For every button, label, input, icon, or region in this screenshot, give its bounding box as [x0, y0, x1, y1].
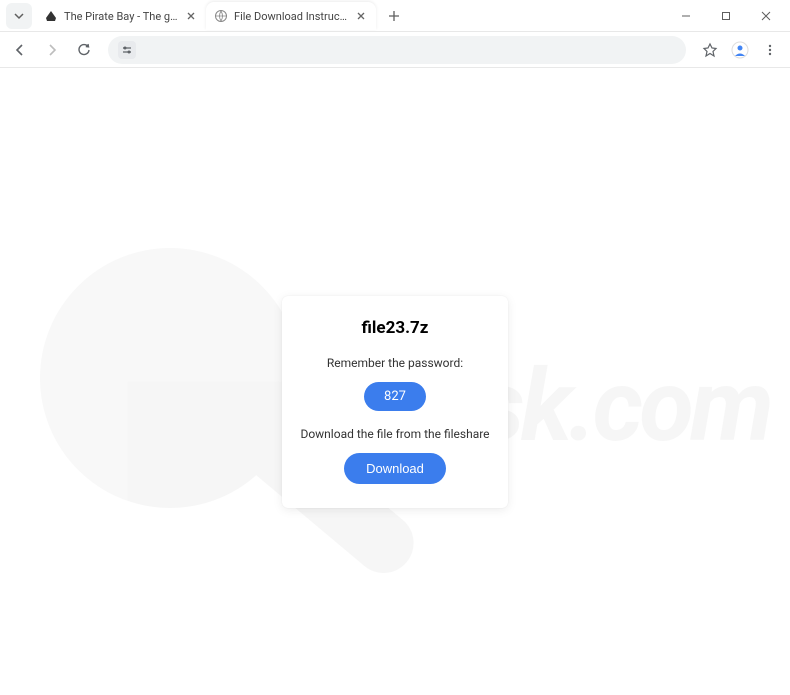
back-button[interactable]	[6, 36, 34, 64]
download-button[interactable]: Download	[344, 453, 446, 484]
close-icon[interactable]	[184, 9, 198, 23]
tab-title: The Pirate Bay - The galaxy's m	[64, 10, 178, 23]
tab-title: File Download Instructions for f	[234, 10, 348, 23]
profile-button[interactable]	[726, 36, 754, 64]
maximize-button[interactable]	[706, 2, 746, 30]
browser-toolbar	[0, 32, 790, 68]
tab-strip: The Pirate Bay - The galaxy's m File Dow…	[0, 0, 660, 32]
bookmark-button[interactable]	[696, 36, 724, 64]
reload-button[interactable]	[70, 36, 98, 64]
filename: file23.7z	[300, 318, 490, 338]
tab-search-dropdown[interactable]	[6, 3, 32, 29]
password-label: Remember the password:	[300, 356, 490, 370]
ship-icon	[44, 9, 58, 23]
globe-icon	[214, 9, 228, 23]
menu-button[interactable]	[756, 36, 784, 64]
address-bar[interactable]	[108, 36, 686, 64]
minimize-button[interactable]	[666, 2, 706, 30]
forward-button[interactable]	[38, 36, 66, 64]
tab-pirate-bay[interactable]: The Pirate Bay - The galaxy's m	[36, 2, 206, 30]
close-icon[interactable]	[354, 9, 368, 23]
new-tab-button[interactable]	[382, 4, 406, 28]
download-instruction: Download the file from the fileshare	[300, 427, 490, 441]
close-window-button[interactable]	[746, 2, 786, 30]
toolbar-right	[696, 36, 784, 64]
download-card: file23.7z Remember the password: 827 Dow…	[282, 296, 508, 508]
page-content: risk.com file23.7z Remember the password…	[0, 68, 790, 695]
password-value: 827	[364, 382, 426, 411]
site-settings-icon[interactable]	[118, 41, 136, 59]
tab-file-download[interactable]: File Download Instructions for f	[206, 2, 376, 30]
